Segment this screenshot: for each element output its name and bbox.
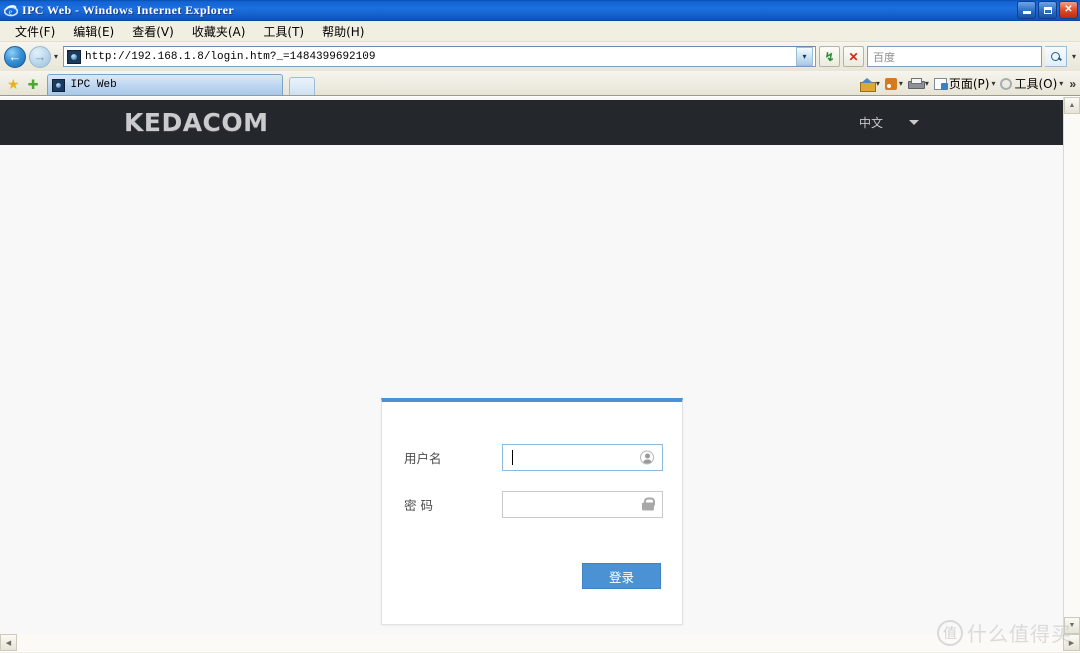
text-caret	[512, 450, 513, 465]
scroll-right-icon[interactable]: ▶	[1063, 634, 1080, 651]
new-tab-icon[interactable]	[289, 77, 316, 95]
page-menu-label: 页面(P)	[948, 77, 990, 91]
svg-text:e: e	[9, 7, 13, 16]
search-icon[interactable]	[1044, 46, 1067, 67]
tab-ipc-web[interactable]: IPC Web	[47, 74, 284, 95]
home-caret-icon[interactable]: ▾	[876, 79, 880, 88]
minimize-button[interactable]	[1017, 1, 1036, 19]
url-input[interactable]: http://192.168.1.8/login.htm?_=148439969…	[63, 46, 816, 67]
language-selector[interactable]: 中文	[859, 114, 919, 131]
star-icon[interactable]: ★	[4, 77, 23, 95]
password-input[interactable]	[502, 491, 663, 518]
user-icon	[640, 450, 655, 465]
ie-logo-icon: e	[3, 4, 19, 18]
command-toolbar: ▾ ▾ ▾ 页面(P) ▾ 工具(O) ▾ »	[858, 75, 1080, 95]
chevron-down-icon	[909, 120, 919, 125]
url-text: http://192.168.1.8/login.htm?_=148439969…	[85, 50, 376, 63]
login-panel: 用户名 密 码 登录	[381, 398, 683, 625]
print-caret-icon[interactable]: ▾	[925, 79, 929, 88]
menu-bar: 文件(F) 编辑(E) 查看(V) 收藏夹(A) 工具(T) 帮助(H)	[0, 21, 1080, 42]
page-menu-button[interactable]: 页面(P) ▾	[932, 75, 998, 92]
menu-item-tools[interactable]: 工具(T)	[254, 21, 313, 42]
toolbar-overflow-icon[interactable]: »	[1066, 77, 1076, 91]
horizontal-scroll-track[interactable]	[17, 634, 1063, 651]
search-options-caret-icon[interactable]: ▾	[1070, 52, 1076, 61]
site-header: KEDACOM 中文	[0, 100, 1063, 145]
username-input[interactable]	[502, 444, 663, 471]
window-title: IPC Web - Windows Internet Explorer	[22, 3, 235, 17]
print-button[interactable]: ▾	[906, 78, 931, 89]
feeds-button[interactable]: ▾	[883, 77, 905, 90]
add-star-icon[interactable]: ✚	[25, 78, 42, 95]
password-row: 密 码	[382, 491, 682, 518]
vertical-scrollbar[interactable]: ▲ ▼	[1063, 97, 1080, 634]
url-history-dropdown-icon[interactable]: ▾	[795, 47, 813, 66]
menu-item-favorites[interactable]: 收藏夹(A)	[183, 21, 255, 42]
web-page: KEDACOM 中文 用户名 密 码 登录	[0, 97, 1063, 634]
home-button[interactable]: ▾	[858, 77, 882, 92]
site-favicon-icon	[67, 49, 82, 64]
scroll-left-icon[interactable]: ◀	[0, 634, 17, 651]
forward-arrow-icon[interactable]: →	[29, 45, 51, 68]
gear-icon	[1000, 77, 1013, 90]
search-placeholder: 百度	[872, 50, 895, 64]
page-icon	[933, 77, 948, 90]
home-icon	[859, 77, 876, 92]
print-icon	[907, 78, 925, 89]
window-controls: ✕	[1017, 1, 1078, 19]
password-label: 密 码	[404, 498, 433, 513]
search-input[interactable]: 百度	[866, 46, 1042, 67]
menu-item-file[interactable]: 文件(F)	[6, 21, 64, 42]
rss-icon	[884, 77, 897, 90]
horizontal-scrollbar[interactable]: ◀ ▶	[0, 634, 1080, 651]
username-label: 用户名	[404, 451, 442, 466]
tab-label: IPC Web	[70, 79, 117, 91]
menu-item-view[interactable]: 查看(V)	[123, 21, 183, 42]
browser-viewport: KEDACOM 中文 用户名 密 码 登录 ▲ ▼	[0, 96, 1080, 634]
page-favicon-icon	[52, 78, 66, 92]
restore-button[interactable]	[1038, 1, 1057, 19]
menu-item-help[interactable]: 帮助(H)	[313, 21, 373, 42]
chevron-down-icon[interactable]: ▾	[54, 52, 60, 61]
tools-menu-button[interactable]: 工具(O) ▾	[998, 75, 1065, 92]
stop-icon[interactable]: ✕	[842, 46, 864, 67]
address-bar: ← → ▾ http://192.168.1.8/login.htm?_=148…	[0, 42, 1080, 71]
tab-bar: ★ ✚ IPC Web ▾ ▾ ▾ 页面(P) ▾ 工具(O) ▾ »	[0, 71, 1080, 96]
refresh-icon[interactable]: ↯	[818, 46, 840, 67]
language-label: 中文	[858, 116, 883, 130]
title-bar: e IPC Web - Windows Internet Explorer ✕	[0, 0, 1080, 21]
scroll-down-icon[interactable]: ▼	[1064, 617, 1080, 634]
close-button[interactable]: ✕	[1059, 1, 1078, 19]
lock-icon	[640, 497, 655, 512]
feeds-caret-icon[interactable]: ▾	[899, 79, 903, 88]
username-row: 用户名	[382, 444, 682, 471]
back-arrow-icon[interactable]: ←	[4, 45, 26, 68]
menu-item-edit[interactable]: 编辑(E)	[64, 21, 123, 42]
vertical-scroll-track[interactable]	[1064, 114, 1080, 617]
login-button[interactable]: 登录	[582, 563, 661, 589]
scroll-up-icon[interactable]: ▲	[1064, 97, 1080, 114]
submit-row: 登录	[382, 563, 682, 589]
page-menu-caret-icon[interactable]: ▾	[991, 79, 995, 88]
browser-window: e IPC Web - Windows Internet Explorer ✕ …	[0, 0, 1080, 653]
brand-logo: KEDACOM	[124, 108, 269, 137]
tools-menu-caret-icon[interactable]: ▾	[1059, 79, 1063, 88]
tools-menu-label: 工具(O)	[1014, 77, 1058, 91]
